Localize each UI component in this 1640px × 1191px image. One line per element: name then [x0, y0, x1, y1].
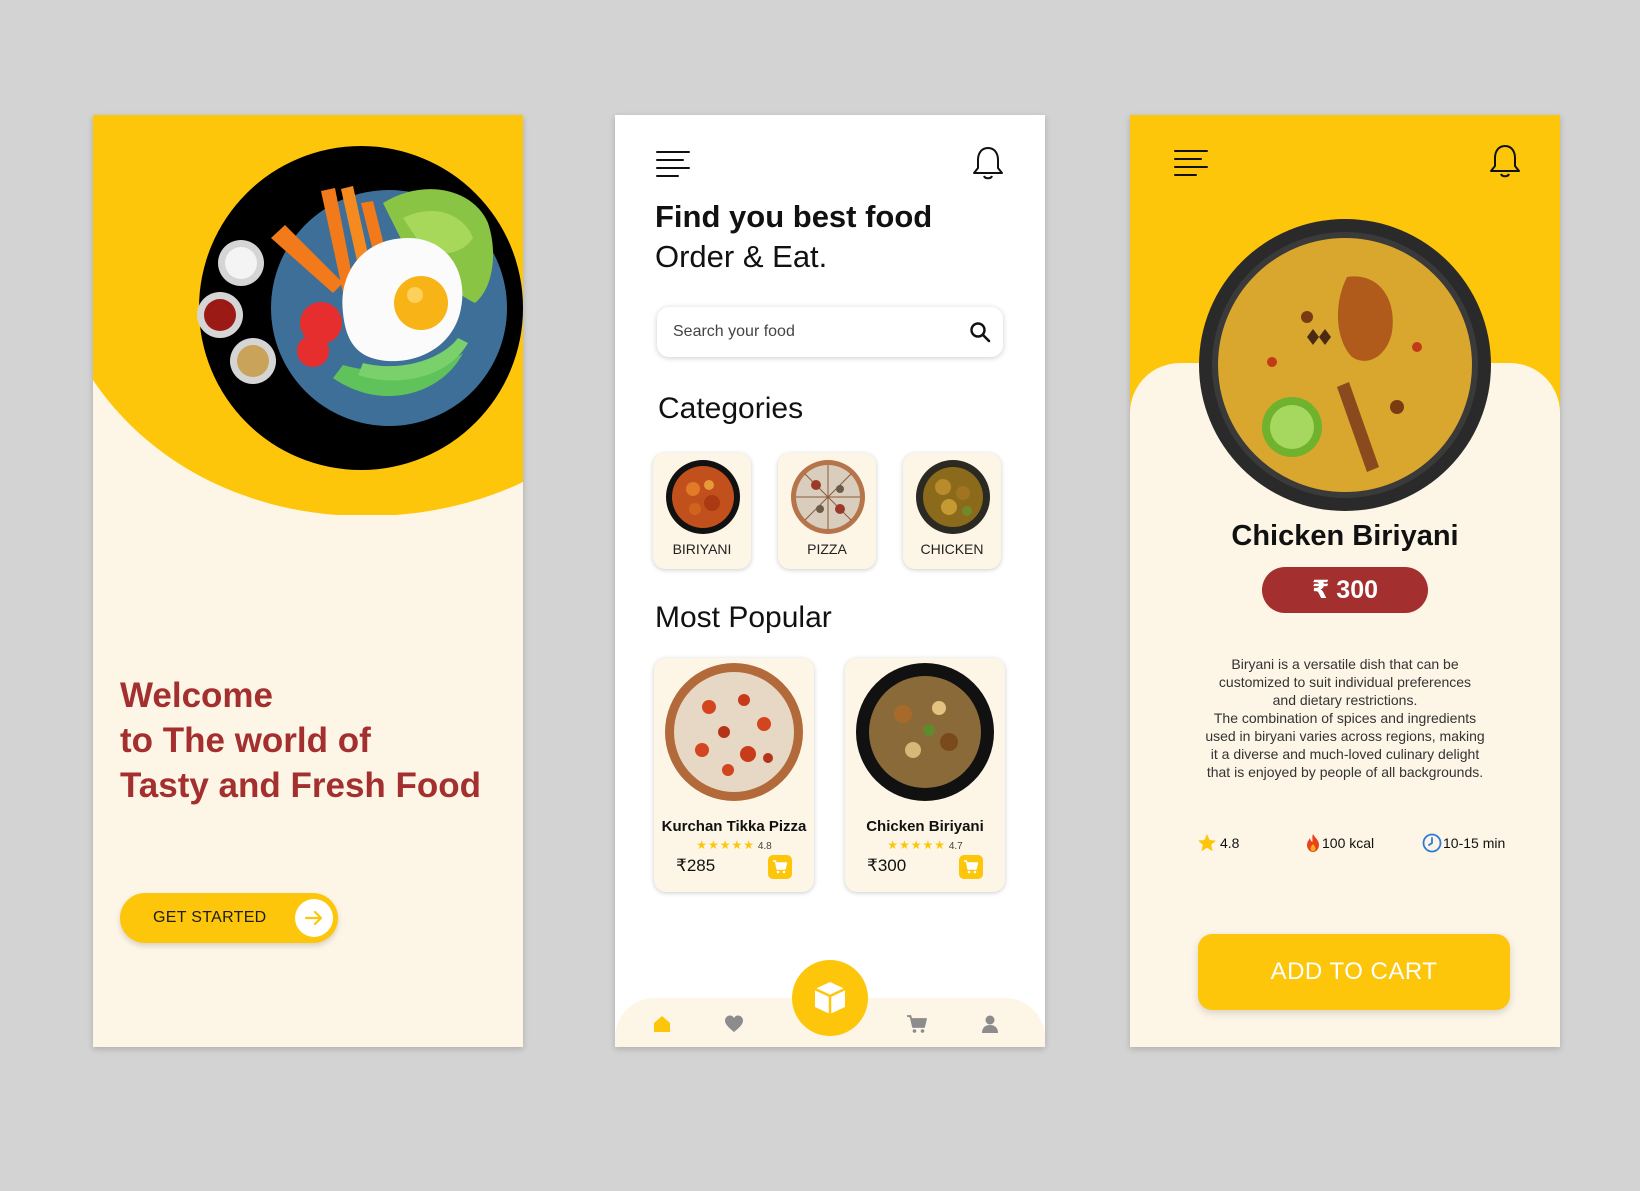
- category-card-pizza[interactable]: PIZZA: [778, 453, 876, 569]
- rating-stat: 4.8: [1197, 833, 1239, 853]
- popular-card-pizza[interactable]: Kurchan Tikka Pizza ★★★★★ 4.8 ₹285: [654, 658, 814, 892]
- popular-card-biriyani[interactable]: Chicken Biriyani ★★★★★ 4.7 ₹300: [845, 658, 1005, 892]
- detail-screen: Chicken Biriyani ₹ 300 Biryani is a vers…: [1130, 115, 1560, 1047]
- rating-value: 4.8: [757, 841, 772, 852]
- categories-title: Categories: [658, 392, 804, 425]
- bell-icon[interactable]: [972, 145, 1004, 181]
- rating-value: 4.7: [948, 841, 963, 852]
- profile-icon[interactable]: [980, 1014, 1000, 1034]
- menu-icon[interactable]: [656, 150, 690, 178]
- calories-value: 100 kcal: [1322, 835, 1375, 851]
- category-label: BIRIYANI: [672, 541, 732, 557]
- popular-item-price: ₹300: [867, 856, 907, 875]
- clock-icon: [1422, 833, 1442, 853]
- welcome-headline: Welcome to The world of Tasty and Fresh …: [120, 673, 481, 808]
- popular-item-price: ₹285: [676, 856, 716, 875]
- food-plate-illustration: [197, 146, 523, 470]
- popular-item-name: Chicken Biriyani: [866, 818, 984, 835]
- arrow-right-icon: [295, 899, 333, 937]
- pizza-image: [665, 663, 803, 801]
- cart-icon: [964, 860, 979, 874]
- page-title: Find you best food: [655, 199, 933, 234]
- star-rating-icon: ★★★★★: [887, 838, 947, 852]
- home-screen: Find you best food Order & Eat. Categori…: [615, 115, 1045, 1047]
- most-popular-title: Most Popular: [655, 601, 832, 634]
- home-icon[interactable]: [652, 1014, 672, 1034]
- welcome-screen: Welcome to The world of Tasty and Fresh …: [93, 115, 523, 1047]
- popular-item-rating: ★★★★★ 4.8: [654, 838, 814, 852]
- page-subtitle: Order & Eat.: [655, 239, 828, 274]
- pizza-image: [791, 460, 865, 534]
- fire-icon: [1307, 834, 1319, 852]
- rating-value: 4.8: [1220, 835, 1240, 851]
- search-input[interactable]: [673, 307, 953, 357]
- time-stat: 10-15 min: [1422, 833, 1505, 853]
- star-icon: [1198, 834, 1216, 852]
- biriyani-image: [666, 460, 740, 534]
- search-icon[interactable]: [969, 321, 991, 343]
- popular-item-name: Kurchan Tikka Pizza: [661, 818, 807, 835]
- calories-stat: 100 kcal: [1304, 833, 1374, 853]
- biriyani-image: [856, 663, 994, 801]
- cart-icon: [773, 860, 788, 874]
- category-card-chicken[interactable]: CHICKEN: [903, 453, 1001, 569]
- welcome-line-2: to The world of: [120, 721, 371, 760]
- dish-title: Chicken Biriyani: [1231, 520, 1459, 552]
- category-label: CHICKEN: [920, 541, 984, 557]
- add-to-cart-button[interactable]: [768, 855, 792, 879]
- menu-icon[interactable]: [1174, 149, 1208, 177]
- add-to-cart-button[interactable]: ADD TO CART: [1198, 934, 1510, 1010]
- add-to-cart-button[interactable]: [959, 855, 983, 879]
- orders-fab-button[interactable]: [792, 960, 868, 1036]
- star-rating-icon: ★★★★★: [696, 838, 756, 852]
- get-started-label: GET STARTED: [153, 909, 267, 926]
- category-label: PIZZA: [807, 541, 847, 557]
- welcome-line-3: Tasty and Fresh Food: [120, 766, 482, 805]
- heart-icon[interactable]: [724, 1014, 744, 1034]
- price-badge: ₹ 300: [1262, 567, 1428, 613]
- get-started-button[interactable]: GET STARTED: [120, 893, 338, 943]
- cart-icon[interactable]: [906, 1014, 928, 1034]
- bell-icon[interactable]: [1489, 143, 1521, 179]
- search-bar: [657, 307, 1003, 357]
- box-icon: [814, 982, 846, 1014]
- category-card-biriyani[interactable]: BIRIYANI: [653, 453, 751, 569]
- chicken-biriyani-image: [1199, 219, 1491, 511]
- welcome-line-1: Welcome: [120, 676, 274, 715]
- popular-item-rating: ★★★★★ 4.7: [845, 838, 1005, 852]
- time-value: 10-15 min: [1443, 835, 1506, 851]
- dish-description: Biryani is a versatile dish that can be …: [1205, 656, 1485, 780]
- chicken-image: [916, 460, 990, 534]
